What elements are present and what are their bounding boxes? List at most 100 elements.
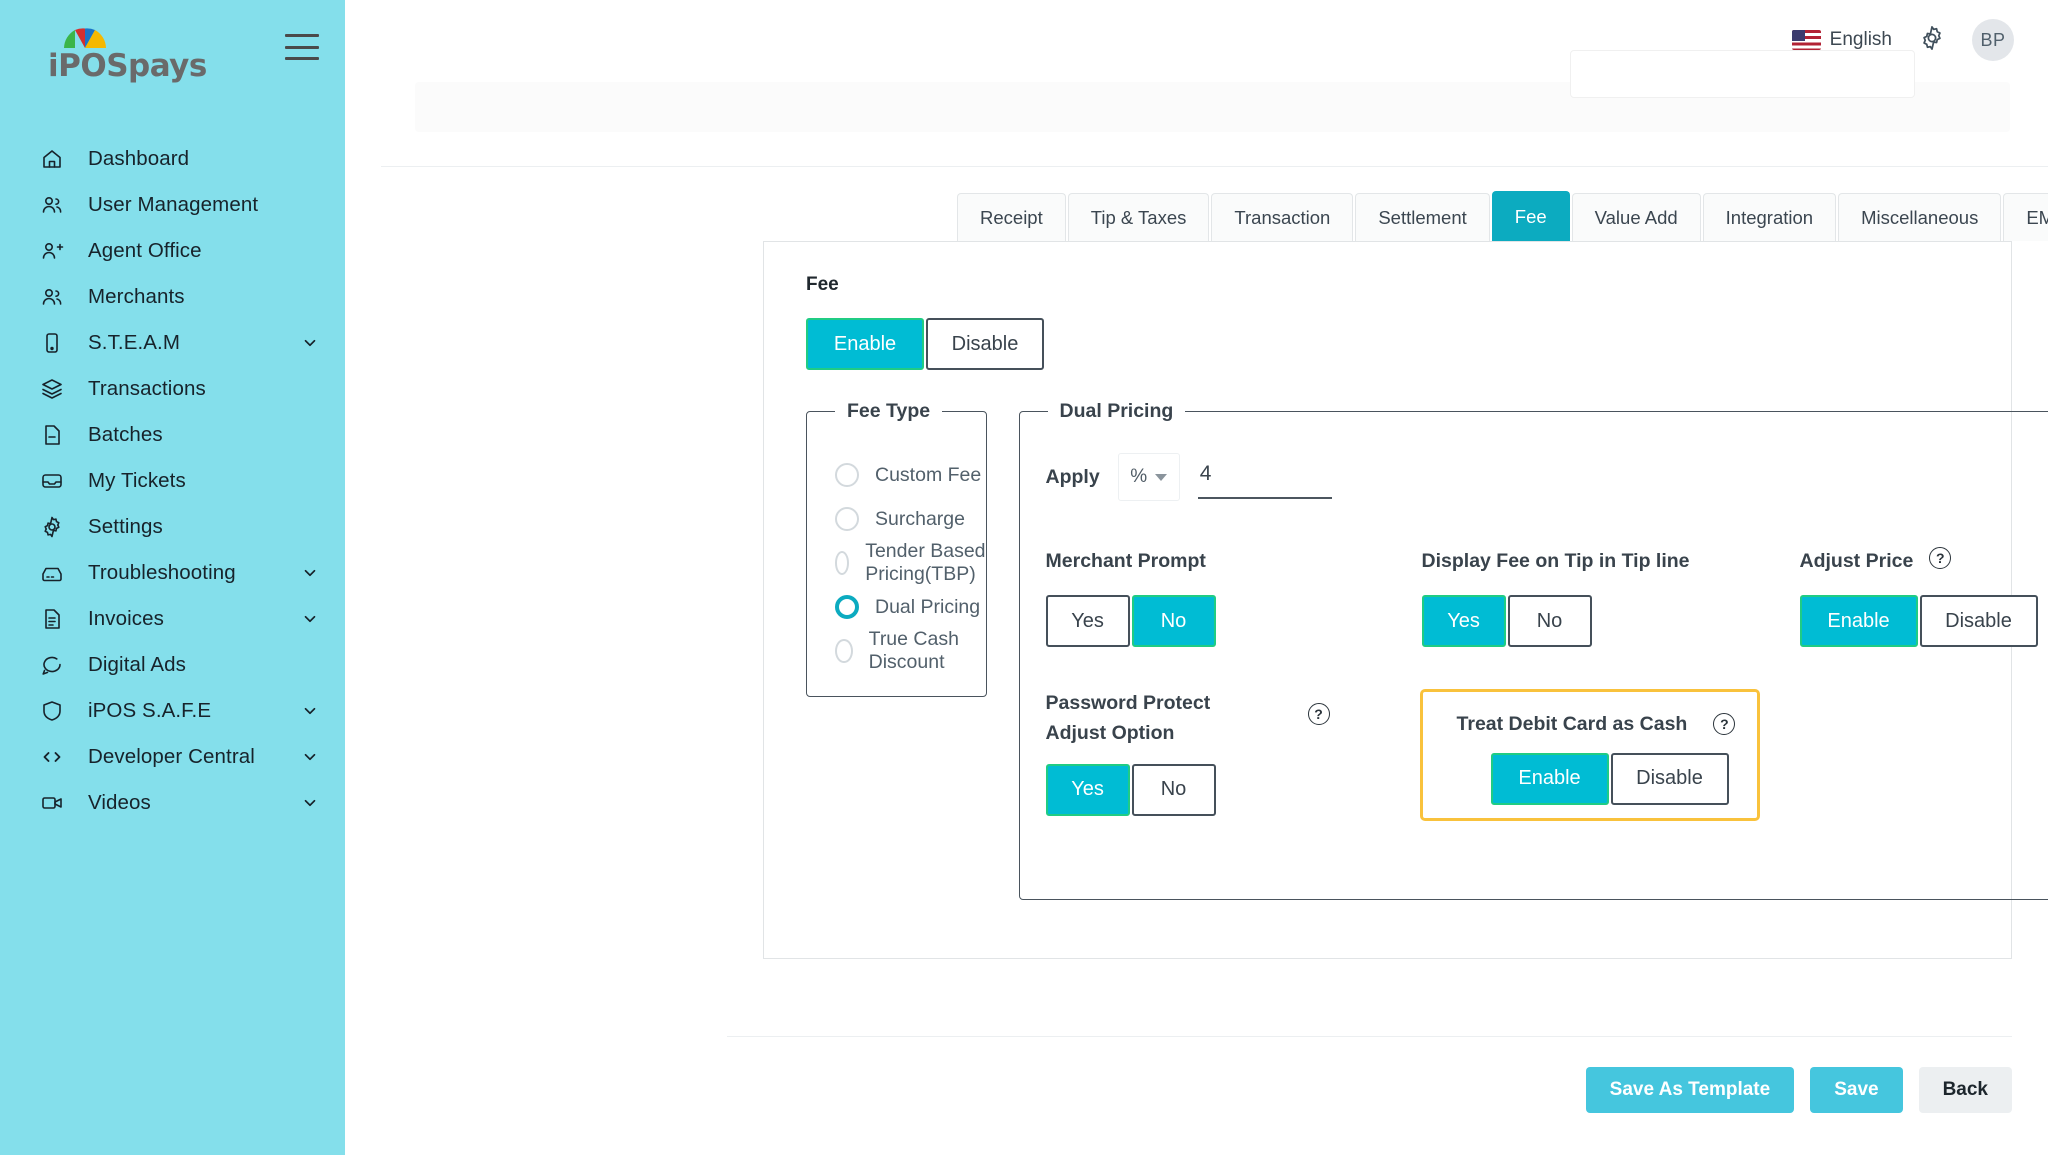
sidebar-item-label: S.T.E.A.M: [88, 331, 181, 354]
fee-type-option-custom-fee[interactable]: Custom Fee: [835, 453, 986, 497]
app-logo[interactable]: iPOSpays: [40, 22, 230, 102]
display-fee-tip-yes-button[interactable]: Yes: [1421, 595, 1506, 648]
sidebar-item-videos[interactable]: Videos: [0, 780, 345, 826]
fee-type-option-true-cash-discount[interactable]: True Cash Discount: [835, 628, 986, 673]
sidebar-item-steam[interactable]: S.T.E.A.M: [0, 320, 345, 366]
question-mark-icon[interactable]: ?: [1713, 713, 1736, 736]
adjust-price-group: Adjust Price ? Enable Disable: [1799, 547, 2048, 648]
hamburger-icon[interactable]: [285, 34, 319, 60]
mobile-icon: [40, 330, 70, 356]
merchant-prompt-yes-button[interactable]: Yes: [1045, 595, 1130, 648]
settings-gear-button[interactable]: [1918, 24, 1946, 57]
tab-label: Settlement: [1378, 206, 1467, 228]
inbox-icon: [40, 468, 70, 494]
sidebar-item-digital-ads[interactable]: Digital Ads: [0, 642, 345, 688]
fee-type-option-label: Dual Pricing: [875, 595, 981, 618]
tab-miscellaneous[interactable]: Miscellaneous: [1838, 193, 2002, 241]
tab-value-add[interactable]: Value Add: [1571, 193, 1701, 241]
password-protect-no-button[interactable]: No: [1131, 763, 1216, 816]
dual-pricing-legend: Dual Pricing: [1059, 400, 1174, 422]
password-protect-group: Password Protect Adjust Option ? Yes No: [1045, 689, 1420, 821]
apply-unit-value: %: [1130, 466, 1148, 487]
sidebar-nav: Dashboard User Management Agent Office M…: [0, 136, 345, 826]
chevron-down-icon[interactable]: [301, 334, 319, 352]
tab-integration[interactable]: Integration: [1702, 193, 1837, 241]
shield-icon: [40, 698, 70, 724]
apply-amount-input[interactable]: [1197, 455, 1332, 499]
merchant-prompt-no-button[interactable]: No: [1131, 595, 1216, 648]
save-button[interactable]: Save: [1810, 1067, 1903, 1113]
chevron-down-icon[interactable]: [301, 794, 319, 812]
tab-transaction[interactable]: Transaction: [1211, 193, 1354, 241]
sidebar-item-dashboard[interactable]: Dashboard: [0, 136, 345, 182]
chevron-down-icon[interactable]: [301, 748, 319, 766]
dual-pricing-options-row-2: Password Protect Adjust Option ? Yes No: [1045, 689, 2048, 822]
tab-label: EMV: [2026, 206, 2048, 228]
sidebar-item-label: Invoices: [88, 607, 165, 630]
sidebar: iPOSpays Dashboard User Management Agent…: [0, 0, 345, 1155]
adjust-price-label: Adjust Price: [1799, 550, 1914, 572]
tab-settlement[interactable]: Settlement: [1355, 193, 1490, 241]
sidebar-item-settings[interactable]: Settings: [0, 504, 345, 550]
tab-label: Transaction: [1234, 206, 1331, 228]
logo-text: iPOSpays: [48, 48, 207, 84]
treat-debit-as-cash-enable-button[interactable]: Enable: [1490, 752, 1609, 805]
sidebar-item-label: Dashboard: [88, 147, 190, 170]
chevron-down-icon[interactable]: [301, 610, 319, 628]
sidebar-item-label: Troubleshooting: [88, 561, 236, 584]
question-mark-icon[interactable]: ?: [1929, 547, 1952, 569]
sidebar-item-user-management[interactable]: User Management: [0, 182, 345, 228]
tab-receipt[interactable]: Receipt: [957, 193, 1066, 241]
sidebar-item-invoices[interactable]: Invoices: [0, 596, 345, 642]
fee-enable-toggle: Enable Disable: [806, 318, 1044, 370]
chevron-down-icon[interactable]: [301, 702, 319, 720]
sidebar-item-agent-office[interactable]: Agent Office: [0, 228, 345, 274]
treat-debit-as-cash-disable-button[interactable]: Disable: [1610, 752, 1729, 805]
sidebar-item-developer-central[interactable]: Developer Central: [0, 734, 345, 780]
radio-icon: [835, 551, 850, 575]
display-fee-tip-no-button[interactable]: No: [1507, 595, 1592, 648]
fee-enable-button[interactable]: Enable: [806, 318, 924, 370]
fee-type-option-tbp[interactable]: Tender Based Pricing(TBP): [835, 540, 986, 585]
sidebar-item-label: Merchants: [88, 285, 185, 308]
tab-tip-taxes[interactable]: Tip & Taxes: [1067, 193, 1210, 241]
document-icon: [40, 606, 70, 632]
radio-icon: [835, 463, 859, 487]
apply-rate-row: Apply %: [1046, 453, 2048, 501]
sidebar-item-my-tickets[interactable]: My Tickets: [0, 458, 345, 504]
sidebar-item-troubleshooting[interactable]: Troubleshooting: [0, 550, 345, 596]
sidebar-item-transactions[interactable]: Transactions: [0, 366, 345, 412]
code-icon: [40, 744, 70, 770]
file-minus-icon: [40, 422, 70, 448]
back-button[interactable]: Back: [1918, 1067, 2012, 1113]
sidebar-item-batches[interactable]: Batches: [0, 412, 345, 458]
sidebar-item-ipos-safe[interactable]: iPOS S.A.F.E: [0, 688, 345, 734]
adjust-price-disable-button[interactable]: Disable: [1919, 595, 2038, 648]
fee-type-option-label: Tender Based Pricing(TBP): [865, 540, 986, 585]
sidebar-item-label: Videos: [88, 791, 151, 814]
language-selector[interactable]: English: [1791, 29, 1892, 51]
gear-icon: [1918, 24, 1946, 57]
radio-icon-selected: [835, 595, 859, 619]
tab-label: Receipt: [980, 206, 1043, 228]
apply-label: Apply: [1045, 465, 1100, 488]
fee-type-fieldset: Fee Type Custom Fee Surcharge Tender Bas…: [806, 400, 987, 697]
password-protect-yes-button[interactable]: Yes: [1045, 763, 1130, 816]
display-fee-tip-group: Display Fee on Tip in Tip line Yes No: [1421, 547, 1800, 648]
tab-fee[interactable]: Fee: [1491, 191, 1570, 241]
adjust-price-enable-button[interactable]: Enable: [1799, 595, 1918, 648]
fee-type-option-surcharge[interactable]: Surcharge: [835, 497, 986, 541]
save-as-template-button[interactable]: Save As Template: [1585, 1067, 1795, 1113]
section-divider: [381, 166, 2048, 167]
apply-unit-select[interactable]: %: [1117, 453, 1180, 501]
question-mark-icon[interactable]: ?: [1307, 703, 1330, 726]
footer-divider: [727, 1036, 2012, 1037]
chevron-down-icon[interactable]: [301, 564, 319, 582]
fee-type-option-dual-pricing[interactable]: Dual Pricing: [835, 585, 986, 629]
tab-emv[interactable]: EMV: [2003, 193, 2048, 241]
upper-panel-field-placeholder: [1570, 50, 1915, 98]
user-avatar-button[interactable]: BP: [1972, 19, 2014, 61]
fee-disable-button[interactable]: Disable: [926, 318, 1044, 370]
adjust-price-toggle: Enable Disable: [1799, 595, 2038, 648]
sidebar-item-merchants[interactable]: Merchants: [0, 274, 345, 320]
